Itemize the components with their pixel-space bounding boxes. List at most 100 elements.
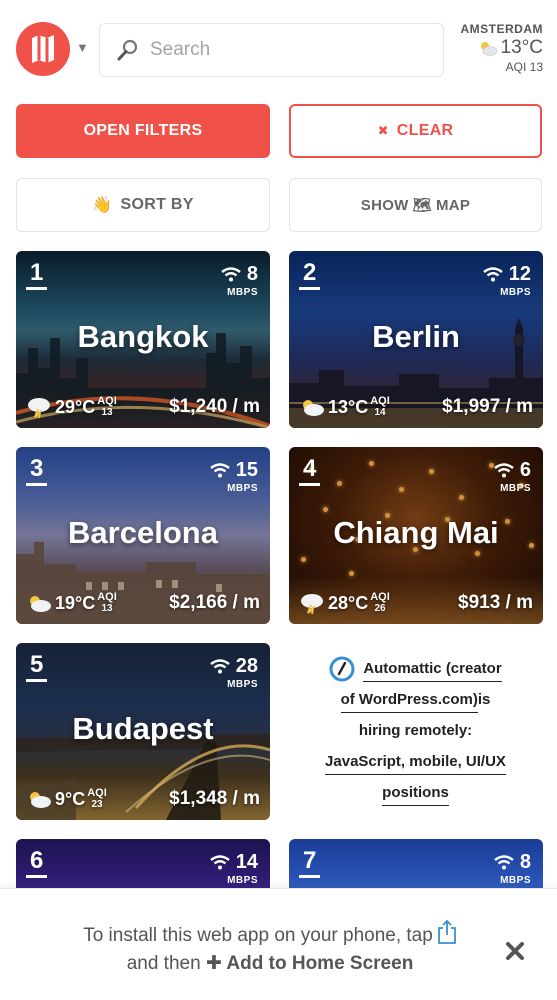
city-rank: 7	[299, 849, 321, 878]
share-icon	[437, 919, 456, 944]
wifi-icon	[210, 855, 230, 870]
sponsor-line-5[interactable]: positions	[382, 783, 449, 806]
weather-temp: 13°C	[500, 37, 543, 58]
speed-unit: MBPS	[500, 287, 531, 298]
speed-value: 6	[519, 459, 531, 481]
banner-text-2: and then	[126, 953, 206, 974]
current-weather[interactable]: AMSTERDAM 13°C AQI 13	[461, 22, 544, 74]
internet-speed: 14 MBPS	[210, 851, 258, 886]
aqi-label: AQI	[87, 787, 107, 799]
city-temp: 28°C	[328, 592, 369, 613]
speed-value: 8	[246, 263, 258, 285]
cloud-icon	[30, 596, 51, 612]
clear-label: CLEAR	[396, 122, 454, 139]
aqi-label: AQI	[370, 395, 390, 407]
city-rank: 3	[26, 457, 48, 486]
aqi-value: 26	[374, 603, 386, 614]
weather-aqi: AQI 13	[505, 60, 543, 74]
city-temp: 13°C	[328, 396, 369, 417]
add-to-home-screen: ✚ Add to Home Screen	[205, 953, 414, 974]
sponsor-line-4[interactable]: JavaScript, mobile, UI/UX	[325, 752, 506, 775]
map-label: MAP	[435, 196, 471, 214]
internet-speed: 15 MBPS	[210, 459, 258, 494]
city-cost: $1,240 / m	[169, 396, 260, 417]
sponsor-line-2[interactable]: of WordPress.com)	[340, 690, 478, 713]
aqi-value: 13	[101, 407, 113, 418]
city-weather: 19°C AQI 13	[26, 592, 117, 614]
waving-hand-icon: 👋	[92, 197, 113, 214]
speed-value: 15	[235, 459, 258, 481]
speed-unit: MBPS	[500, 483, 531, 494]
city-rank: 5	[26, 653, 48, 682]
city-weather: 9°C AQI 23	[26, 788, 107, 810]
speed-unit: MBPS	[227, 483, 258, 494]
internet-speed: 8 MBPS	[221, 263, 258, 298]
sponsor-line-1[interactable]: Automattic (creator	[363, 659, 502, 682]
show-label: SHOW	[360, 196, 409, 214]
city-weather: 29°C AQI 13	[26, 396, 117, 418]
city-card-bangkok[interactable]: 1 8 MBPS Bangkok 29°C AQI 13 $1,240 / m	[16, 251, 270, 428]
search-bar[interactable]	[99, 23, 444, 77]
city-card-budapest[interactable]: 5 28 MBPS Budapest 9°C AQI 23 $1,348 / m	[16, 643, 270, 820]
chevron-down-icon[interactable]: ▼	[76, 40, 89, 55]
city-weather: 28°C AQI 26	[299, 592, 390, 614]
city-rank: 6	[26, 849, 48, 878]
banner-text-1: To install this web app on your phone, t…	[83, 925, 433, 946]
wifi-icon	[210, 659, 230, 674]
speed-value: 12	[508, 263, 531, 285]
speed-unit: MBPS	[227, 679, 258, 690]
speed-value: 28	[235, 655, 258, 677]
aqi-value: 13	[101, 603, 113, 614]
city-temp: 29°C	[55, 396, 96, 417]
city-card-barcelona[interactable]: 3 15 MBPS Barcelona 19°C AQI 13 $2,166 / …	[16, 447, 270, 624]
sponsor-ad[interactable]: Automattic (creator of WordPress.com) is…	[289, 643, 542, 820]
wifi-icon	[210, 463, 230, 478]
city-cost: $1,997 / m	[442, 396, 533, 417]
city-rank: 4	[299, 457, 321, 486]
header: ▼ AMSTERDAM 13°C AQI 13	[0, 0, 557, 96]
clear-button[interactable]: ✖ CLEAR	[289, 104, 542, 158]
wifi-icon	[494, 463, 514, 478]
city-rank: 1	[26, 261, 48, 290]
weather-city: AMSTERDAM	[460, 22, 543, 36]
sort-by-button[interactable]: 👋 SORT BY	[16, 178, 270, 232]
partly-cloudy-icon	[480, 42, 497, 56]
close-icon[interactable]	[504, 940, 526, 962]
show-map-button[interactable]: SHOW 🗺 MAP	[289, 178, 542, 232]
city-name: Budapest	[72, 711, 214, 746]
city-card-berlin[interactable]: 2 12 MBPS Berlin 13°C AQI 14 $1,997 / m	[289, 251, 543, 428]
map-logo-icon	[32, 35, 54, 63]
wordpress-logo-icon	[329, 656, 355, 682]
city-name: Bangkok	[77, 319, 209, 354]
city-cost: $1,348 / m	[169, 788, 260, 809]
city-cost: $2,166 / m	[169, 592, 260, 613]
city-weather: 13°C AQI 14	[299, 396, 390, 418]
open-filters-label: OPEN FILTERS	[83, 122, 203, 139]
city-card-chiang-mai[interactable]: 4 6 MBPS Chiang Mai 28°C AQI 26 $913 / m	[289, 447, 543, 624]
city-temp: 9°C	[55, 788, 86, 809]
speed-unit: MBPS	[227, 875, 258, 886]
open-filters-button[interactable]: OPEN FILTERS	[16, 104, 270, 158]
cloud-icon	[30, 792, 51, 808]
city-name: Barcelona	[68, 515, 218, 550]
internet-speed: 6 MBPS	[494, 459, 531, 494]
speed-unit: MBPS	[500, 875, 531, 886]
aqi-value: 14	[374, 407, 386, 418]
thunder-icon	[28, 398, 50, 418]
speed-value: 14	[235, 851, 258, 873]
city-rank: 2	[299, 261, 321, 290]
sponsor-line-3: hiring remotely:	[358, 722, 473, 739]
thunder-icon	[301, 594, 323, 614]
map-icon: 🗺	[412, 197, 432, 214]
city-temp: 19°C	[55, 592, 96, 613]
search-input[interactable]	[150, 39, 420, 61]
magnifier-icon	[117, 39, 138, 61]
internet-speed: 28 MBPS	[210, 655, 258, 690]
aqi-label: AQI	[97, 395, 117, 407]
wifi-icon	[483, 267, 503, 282]
city-cost: $913 / m	[458, 592, 533, 613]
nomad-logo[interactable]	[16, 22, 70, 76]
sort-by-label: SORT BY	[120, 196, 194, 213]
internet-speed: 8 MBPS	[494, 851, 531, 886]
wifi-icon	[221, 267, 241, 282]
